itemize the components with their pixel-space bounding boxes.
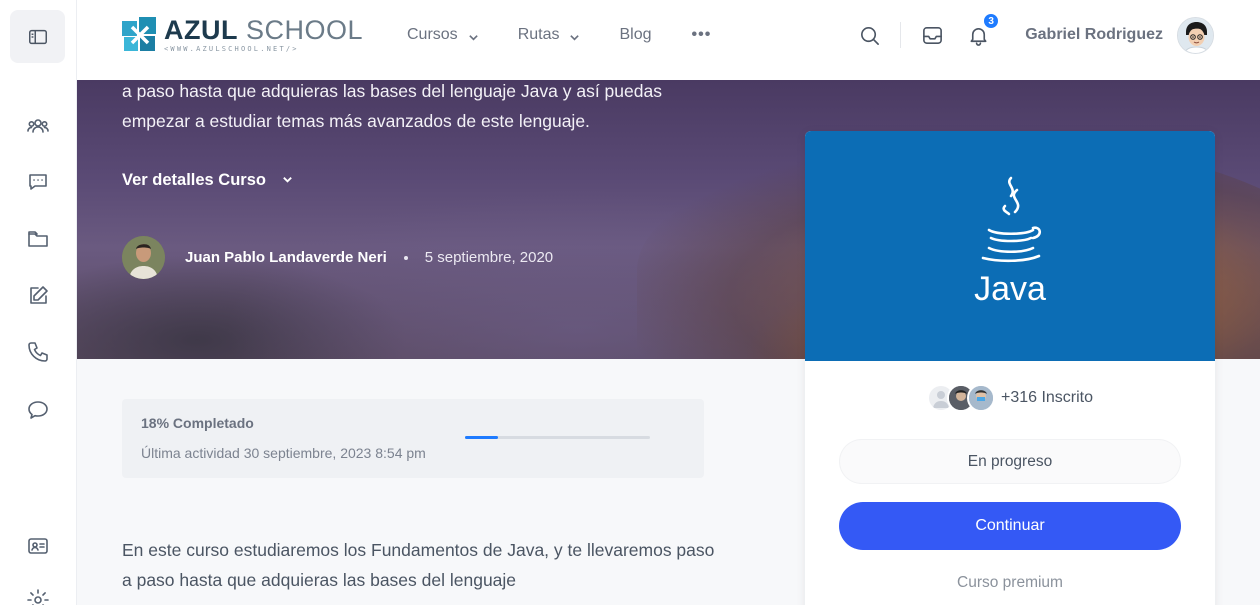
java-banner-text: Java: [974, 270, 1046, 308]
user-name[interactable]: Gabriel Rodriguez: [1025, 26, 1163, 44]
publish-date: 5 septiembre, 2020: [424, 249, 554, 266]
users-icon: [27, 119, 49, 133]
notification-badge: 3: [982, 12, 1001, 30]
sidebar-item-chat[interactable]: [24, 168, 52, 196]
sidebar-item-folders[interactable]: [24, 225, 52, 253]
folder-icon: [28, 231, 48, 247]
nav-more-button[interactable]: •••: [692, 26, 712, 44]
sidebar-item-users[interactable]: [24, 112, 52, 140]
notifications-button[interactable]: 3: [963, 12, 1001, 50]
chevron-down-icon: [569, 30, 580, 41]
search-button[interactable]: [854, 20, 884, 50]
chevron-down-icon: [282, 171, 293, 190]
top-header: AZUL SCHOOL <WWW.AZULSCHOOL.NET/> Cursos…: [77, 0, 1260, 80]
phone-icon: [28, 342, 48, 362]
progress-percent-label: 18% Completado: [141, 415, 254, 431]
sidebar: [0, 0, 77, 605]
meta-separator: [403, 255, 408, 260]
nav-blog[interactable]: Blog: [619, 26, 651, 44]
sidebar-item-phone[interactable]: [24, 338, 52, 366]
course-progress-card: 18% Completado Última actividad 30 septi…: [122, 399, 704, 478]
premium-label: Curso premium: [957, 574, 1063, 591]
logo-tagline: <WWW.AZULSCHOOL.NET/>: [164, 45, 299, 53]
nav-rutas[interactable]: Rutas: [518, 26, 580, 44]
author-name[interactable]: Juan Pablo Landaverde Neri: [185, 249, 387, 266]
last-activity: Última actividad 30 septiembre, 2023 8:5…: [141, 445, 426, 461]
course-body-text: En este curso estudiaremos los Fundament…: [122, 540, 715, 590]
java-logo-icon: Java: [974, 176, 1046, 308]
header-divider: [900, 22, 902, 48]
course-status: En progreso: [840, 440, 1180, 483]
sidebar-toggle-icon: [28, 29, 47, 44]
edit-icon: [30, 286, 48, 304]
inbox-icon: [922, 26, 942, 44]
sidebar-item-settings[interactable]: [24, 586, 52, 605]
logo-wordmark: AZUL SCHOOL: [164, 15, 364, 45]
logo-mark-icon: [122, 17, 158, 53]
chat-icon: [29, 174, 47, 190]
student-avatar: [966, 384, 995, 412]
nav-cursos[interactable]: Cursos: [407, 26, 478, 44]
sidebar-item-messages[interactable]: [24, 396, 52, 424]
course-author: Juan Pablo Landaverde Neri 5 septiembre,…: [122, 236, 553, 279]
enrolled-students: +316 Inscrito: [805, 384, 1215, 412]
search-icon: [860, 26, 879, 45]
inbox-button[interactable]: [917, 20, 947, 50]
course-details-toggle[interactable]: Ver detalles Curso: [122, 171, 293, 190]
sidebar-toggle-button[interactable]: [10, 10, 65, 63]
course-banner: Java: [805, 131, 1215, 361]
message-icon: [28, 401, 48, 419]
enrolled-count: +316 Inscrito: [1000, 389, 1094, 406]
sidebar-item-profile-card[interactable]: [24, 532, 52, 560]
progress-bar-fill: [465, 436, 499, 439]
user-avatar[interactable]: [1177, 16, 1214, 54]
course-card: Java +316 Inscrito En progreso Continuar…: [805, 131, 1215, 605]
author-avatar[interactable]: [122, 236, 165, 279]
chevron-down-icon: [468, 30, 478, 41]
continue-button[interactable]: Continuar: [839, 502, 1181, 550]
main-nav: Cursos Rutas Blog •••: [407, 0, 711, 70]
header-actions: 3 Gabriel Rodriguez: [854, 0, 1260, 70]
progress-bar: [465, 436, 650, 439]
settings-icon: [27, 589, 49, 605]
sidebar-item-edit[interactable]: [24, 282, 52, 310]
site-logo[interactable]: AZUL SCHOOL <WWW.AZULSCHOOL.NET/>: [122, 17, 363, 53]
id-card-icon: [28, 538, 48, 554]
course-description: a paso hasta que adquieras las bases del…: [122, 81, 662, 131]
